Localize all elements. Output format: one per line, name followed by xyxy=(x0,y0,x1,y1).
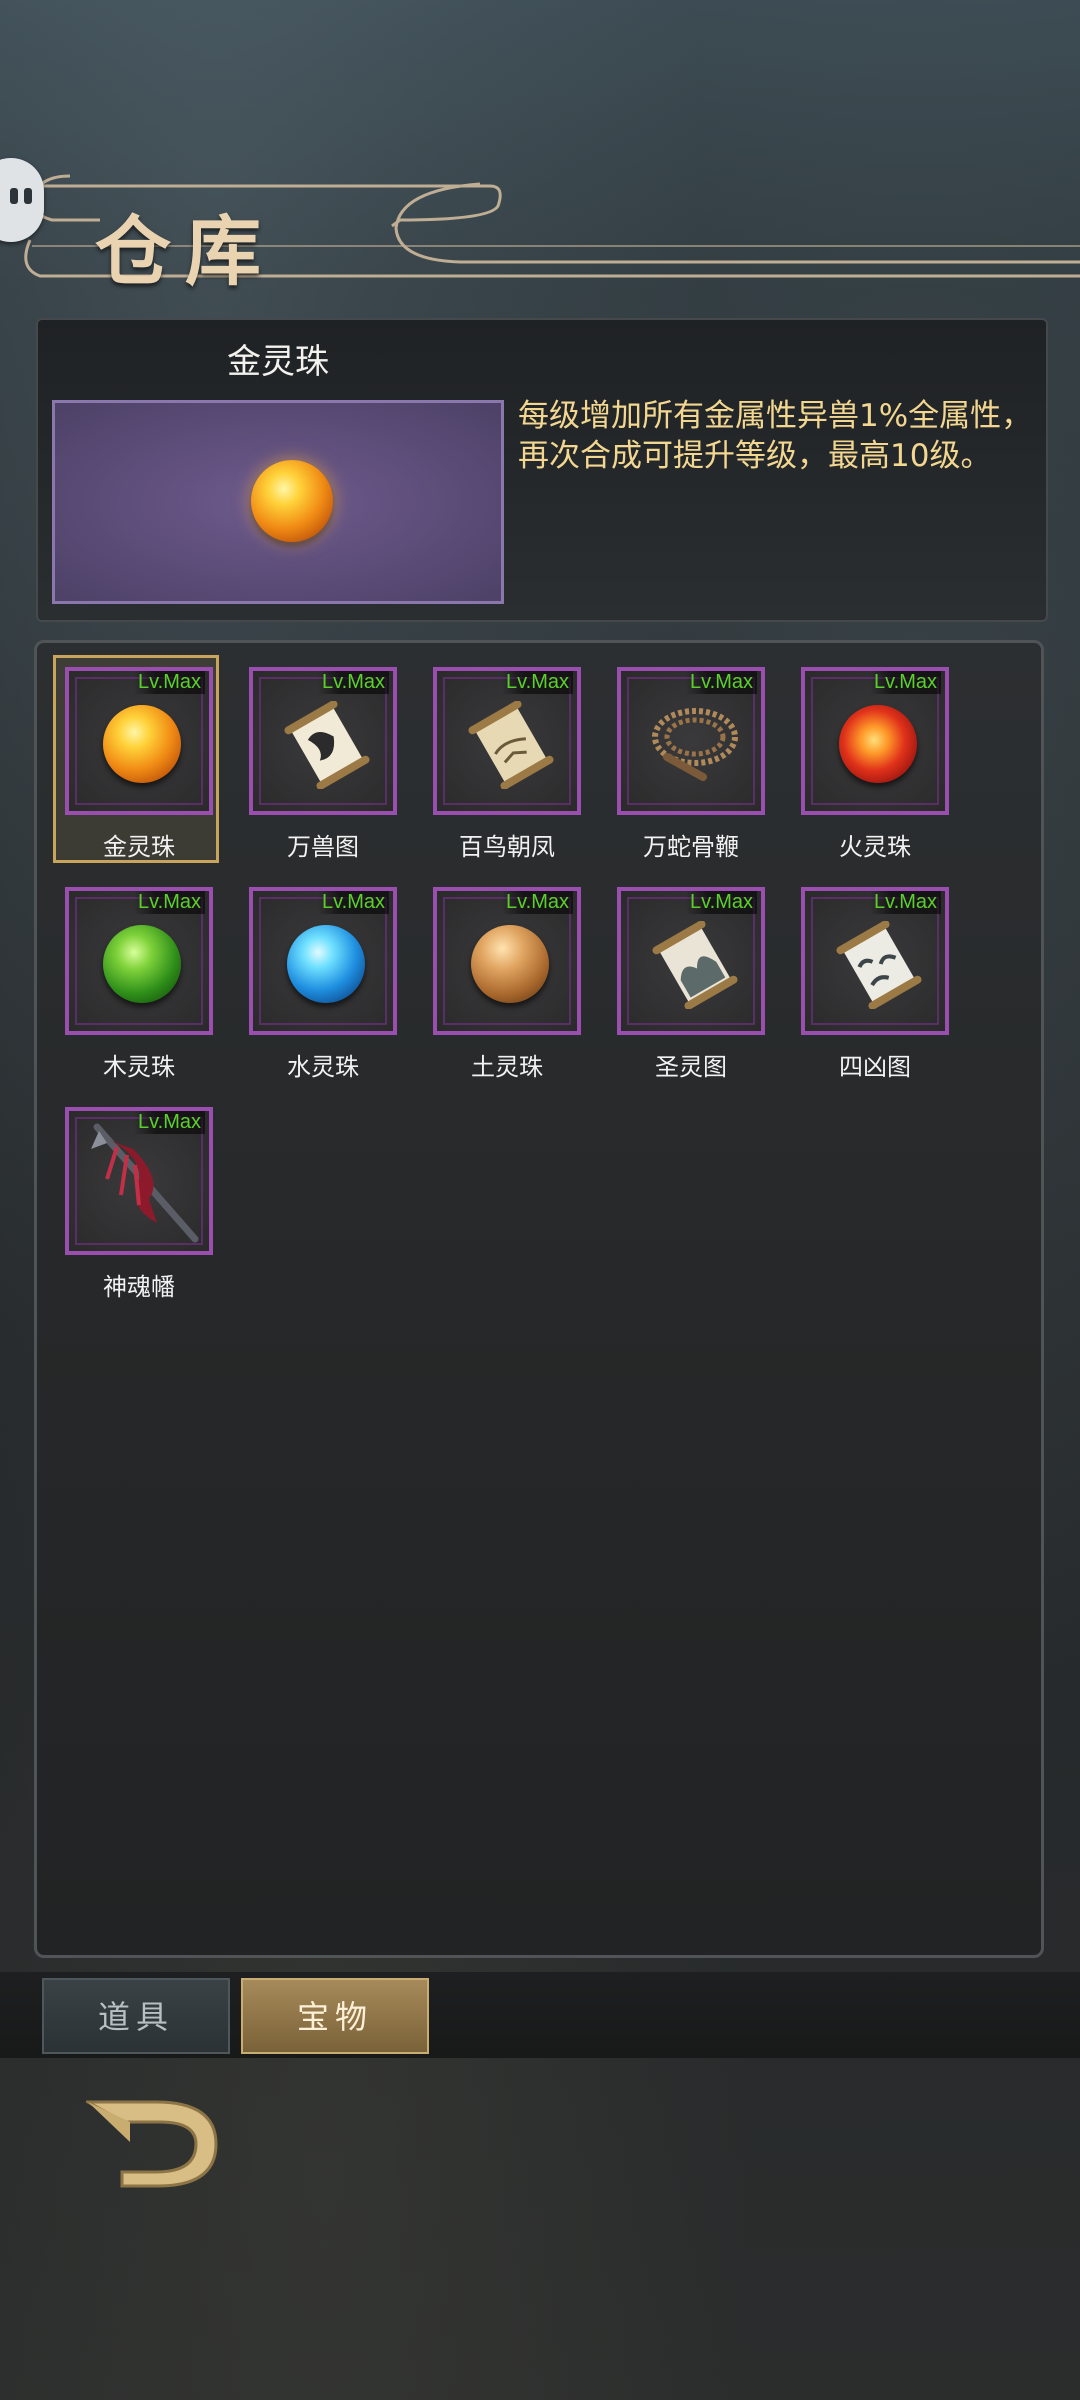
level-badge: Lv.Max xyxy=(870,891,941,914)
level-badge: Lv.Max xyxy=(686,671,757,694)
inventory-item[interactable]: Lv.Max 水灵珠 xyxy=(249,887,397,1097)
tab-bar: 道具 宝物 xyxy=(0,1972,1080,2058)
scroll-icon xyxy=(836,921,922,1009)
item-name: 百鸟朝凤 xyxy=(459,833,555,861)
item-name: 万兽图 xyxy=(287,833,359,861)
item-name: 木灵珠 xyxy=(103,1053,175,1081)
item-name: 万蛇骨鞭 xyxy=(643,833,739,861)
gold-orb-icon xyxy=(103,705,181,783)
level-badge: Lv.Max xyxy=(134,671,205,694)
inventory-item[interactable]: Lv.Max 神魂幡 xyxy=(65,1107,213,1317)
item-name: 神魂幡 xyxy=(103,1273,175,1301)
item-name: 圣灵图 xyxy=(655,1053,727,1081)
inventory-item[interactable]: Lv.Max 火灵珠 xyxy=(801,667,949,877)
inventory-item[interactable]: Lv.Max 圣灵图 xyxy=(617,887,765,1097)
inventory-item[interactable]: Lv.Max 土灵珠 xyxy=(433,887,581,1097)
item-detail-panel: 金灵珠 每级增加所有金属性异兽1%全属性，再次合成可提升等级，最高10级。 xyxy=(36,318,1048,622)
inventory-item[interactable]: Lv.Max 木灵珠 xyxy=(65,887,213,1097)
inventory-item[interactable]: Lv.Max 万蛇骨鞭 xyxy=(617,667,765,877)
fire-orb-icon xyxy=(839,705,917,783)
detail-item-image-frame xyxy=(52,400,504,604)
item-name: 四凶图 xyxy=(839,1053,911,1081)
inventory-grid-panel: Lv.Max 金灵珠 Lv.Max 万兽图 Lv.Max 百鸟朝凤 Lv.Max… xyxy=(34,640,1044,1958)
item-name: 土灵珠 xyxy=(471,1053,543,1081)
level-badge: Lv.Max xyxy=(134,1111,205,1134)
level-badge: Lv.Max xyxy=(502,891,573,914)
whip-icon xyxy=(652,708,738,781)
scroll-icon xyxy=(284,701,370,789)
wood-orb-icon xyxy=(103,925,181,1003)
detail-item-name: 金灵珠 xyxy=(227,342,329,382)
inventory-item[interactable]: Lv.Max 百鸟朝凤 xyxy=(433,667,581,877)
tab-items[interactable]: 道具 xyxy=(42,1978,230,2054)
inventory-item[interactable]: Lv.Max 万兽图 xyxy=(249,667,397,877)
item-name: 金灵珠 xyxy=(103,833,175,861)
scroll-icon xyxy=(468,701,554,789)
earth-orb-icon xyxy=(471,925,549,1003)
banner-icon xyxy=(91,1123,199,1243)
item-name: 水灵珠 xyxy=(287,1053,359,1081)
level-badge: Lv.Max xyxy=(318,671,389,694)
level-badge: Lv.Max xyxy=(134,891,205,914)
inventory-item[interactable]: Lv.Max 金灵珠 xyxy=(53,655,219,877)
page-title: 仓库 xyxy=(95,207,275,296)
back-arrow-icon[interactable] xyxy=(86,2098,222,2190)
level-badge: Lv.Max xyxy=(870,671,941,694)
scroll-icon xyxy=(652,921,738,1009)
item-slot: Lv.Max xyxy=(65,667,213,815)
inventory-item[interactable]: Lv.Max 四凶图 xyxy=(801,887,949,1097)
water-orb-icon xyxy=(287,925,365,1003)
gold-orb-icon xyxy=(251,460,333,542)
item-name: 火灵珠 xyxy=(839,833,911,861)
tab-treasures[interactable]: 宝物 xyxy=(241,1978,429,2054)
level-badge: Lv.Max xyxy=(686,891,757,914)
detail-item-description: 每级增加所有金属性异兽1%全属性，再次合成可提升等级，最高10级。 xyxy=(518,398,1033,474)
level-badge: Lv.Max xyxy=(318,891,389,914)
level-badge: Lv.Max xyxy=(502,671,573,694)
